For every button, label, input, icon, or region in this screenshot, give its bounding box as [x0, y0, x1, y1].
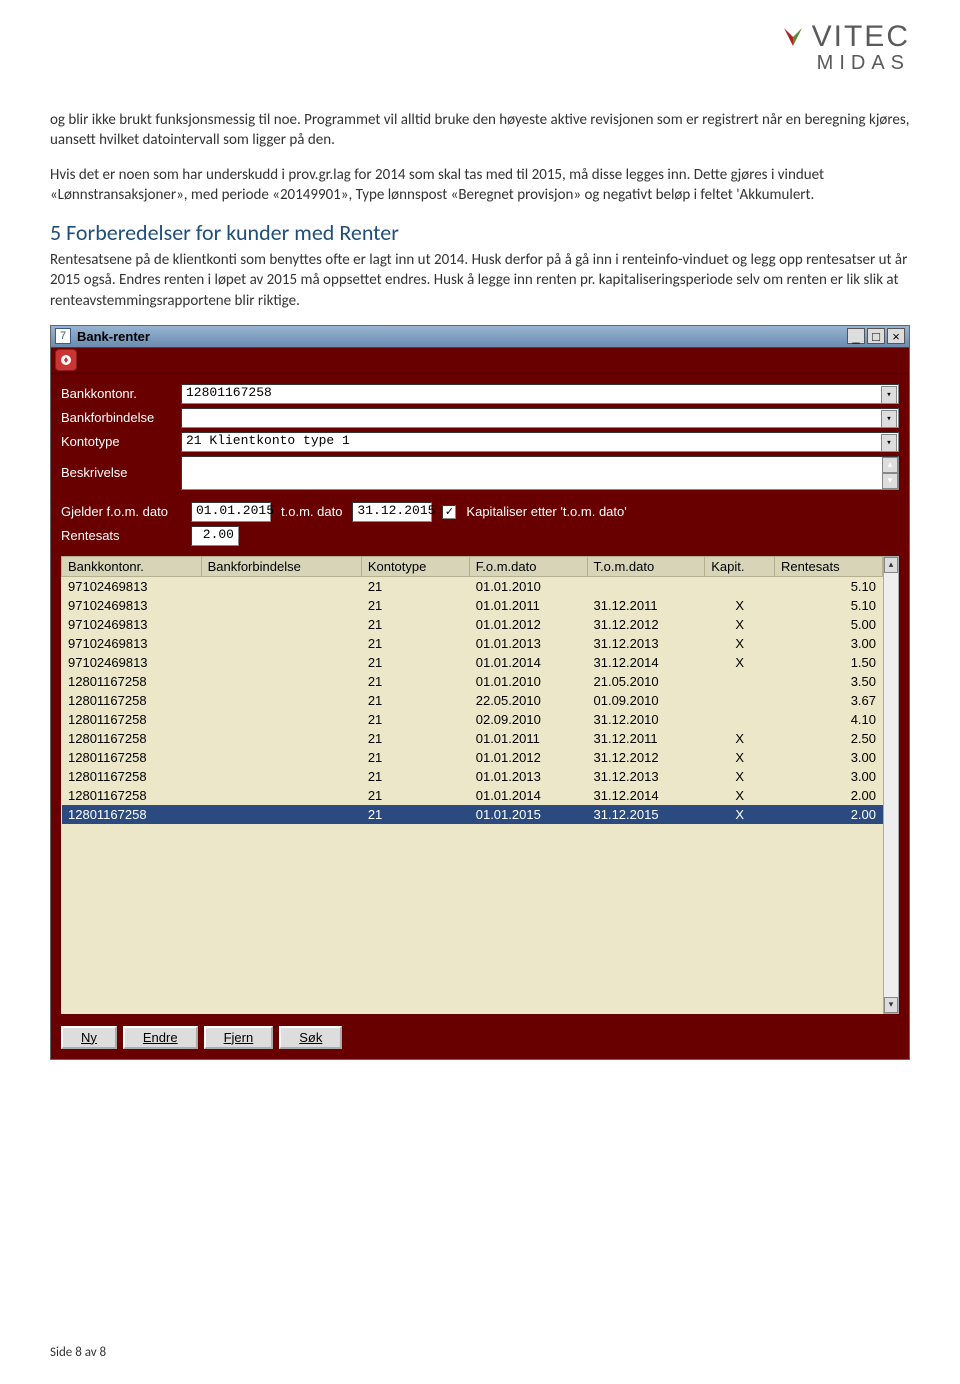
- fjern-button[interactable]: Fjern: [204, 1026, 274, 1049]
- label-bankkontonr: Bankkontonr.: [61, 386, 181, 401]
- kontotype-select[interactable]: 21 Klientkonto type 1 ▾: [181, 432, 899, 452]
- label-rentesats: Rentesats: [61, 528, 181, 543]
- table-row[interactable]: 128011672582101.01.201331.12.2013X3.00: [62, 767, 883, 786]
- grid-header[interactable]: Kontotype: [361, 556, 469, 576]
- table-row[interactable]: 971024698132101.01.20105.10: [62, 576, 883, 596]
- bankkontonr-select[interactable]: 12801167258 ▾: [181, 384, 899, 404]
- grid-header[interactable]: Rentesats: [775, 556, 883, 576]
- table-row[interactable]: 128011672582101.01.201531.12.2015X2.00: [62, 805, 883, 824]
- vitec-logo-icon: [780, 24, 806, 50]
- table-row[interactable]: 971024698132101.01.201131.12.2011X5.10: [62, 596, 883, 615]
- grid-header[interactable]: Bankforbindelse: [201, 556, 361, 576]
- logo-brand: VITEC: [812, 20, 910, 54]
- minimize-button[interactable]: _: [847, 328, 865, 344]
- scroll-up-icon[interactable]: ▴: [882, 457, 898, 473]
- bankkontonr-value: 12801167258: [186, 385, 272, 400]
- table-row[interactable]: 128011672582122.05.201001.09.20103.67: [62, 691, 883, 710]
- rate-grid[interactable]: Bankkontonr.BankforbindelseKontotypeF.o.…: [61, 556, 883, 824]
- window-icon: 7: [55, 328, 71, 344]
- paragraph-1: og blir ikke brukt funksjonsmessig til n…: [50, 110, 910, 151]
- grid-header[interactable]: Kapit.: [705, 556, 775, 576]
- toolbar-strip: [51, 348, 909, 374]
- grid-wrap: Bankkontonr.BankforbindelseKontotypeF.o.…: [51, 556, 909, 1020]
- form-area: Bankkontonr. 12801167258 ▾ Bankforbindel…: [51, 374, 909, 556]
- table-row[interactable]: 128011672582101.01.201021.05.20103.50: [62, 672, 883, 691]
- chevron-down-icon[interactable]: ▾: [881, 386, 897, 404]
- label-kontotype: Kontotype: [61, 434, 181, 449]
- scroll-down-icon[interactable]: ▾: [882, 473, 898, 489]
- ny-button[interactable]: Ny: [61, 1026, 117, 1049]
- section-heading: 5 Forberedelser for kunder med Renter: [50, 219, 910, 246]
- rentesats-input[interactable]: 2.00: [191, 526, 239, 546]
- label-beskrivelse: Beskrivelse: [61, 465, 181, 480]
- label-bankforbindelse: Bankforbindelse: [61, 410, 181, 425]
- grid-header[interactable]: T.o.m.dato: [587, 556, 705, 576]
- table-row[interactable]: 128011672582101.01.201431.12.2014X2.00: [62, 786, 883, 805]
- kontotype-value: 21 Klientkonto type 1: [186, 433, 350, 448]
- bank-renter-window: 7 Bank-renter _ □ × Bankkontonr. 1280116…: [50, 325, 910, 1060]
- document-content: og blir ikke brukt funksjonsmessig til n…: [50, 110, 910, 1060]
- beskrivelse-textarea[interactable]: ▴ ▾: [181, 456, 899, 490]
- grid-scrollbar[interactable]: ▴ ▾: [883, 556, 899, 1014]
- kapitaliser-checkbox[interactable]: ✓: [442, 505, 456, 519]
- table-row[interactable]: 128011672582102.09.201031.12.20104.10: [62, 710, 883, 729]
- titlebar: 7 Bank-renter _ □ ×: [51, 326, 909, 348]
- maximize-button[interactable]: □: [867, 328, 885, 344]
- table-row[interactable]: 128011672582101.01.201131.12.2011X2.50: [62, 729, 883, 748]
- scroll-down-icon[interactable]: ▾: [884, 997, 898, 1013]
- scroll-up-icon[interactable]: ▴: [884, 557, 898, 573]
- label-tom: t.o.m. dato: [281, 504, 342, 519]
- paragraph-2: Hvis det er noen som har underskudd i pr…: [50, 165, 910, 206]
- grid-header[interactable]: F.o.m.dato: [469, 556, 587, 576]
- table-row[interactable]: 971024698132101.01.201431.12.2014X1.50: [62, 653, 883, 672]
- table-row[interactable]: 971024698132101.01.201231.12.2012X5.00: [62, 615, 883, 634]
- sok-button[interactable]: Søk: [279, 1026, 342, 1049]
- label-fom: Gjelder f.o.m. dato: [61, 504, 181, 519]
- app-toolbar-icon[interactable]: [55, 349, 77, 371]
- fom-date-input[interactable]: 01.01.2015: [191, 502, 271, 522]
- endre-button[interactable]: Endre: [123, 1026, 198, 1049]
- logo-subbrand: MIDAS: [780, 52, 910, 75]
- window-title: Bank-renter: [77, 329, 845, 344]
- chevron-down-icon[interactable]: ▾: [881, 410, 897, 428]
- table-row[interactable]: 971024698132101.01.201331.12.2013X3.00: [62, 634, 883, 653]
- button-row: Ny Endre Fjern Søk: [51, 1020, 909, 1059]
- paragraph-3: Rentesatsene på de klientkonti som benyt…: [50, 250, 910, 311]
- label-kapitaliser: Kapitaliser etter 't.o.m. dato': [466, 504, 626, 519]
- bankforbindelse-select[interactable]: ▾: [181, 408, 899, 428]
- table-row[interactable]: 128011672582101.01.201231.12.2012X3.00: [62, 748, 883, 767]
- chevron-down-icon[interactable]: ▾: [881, 434, 897, 452]
- tom-date-input[interactable]: 31.12.2015: [352, 502, 432, 522]
- page-footer: Side 8 av 8: [50, 1345, 106, 1360]
- grid-empty-space: [61, 824, 883, 1014]
- grid-header[interactable]: Bankkontonr.: [62, 556, 202, 576]
- header-logo: VITEC MIDAS: [780, 20, 910, 75]
- close-button[interactable]: ×: [887, 328, 905, 344]
